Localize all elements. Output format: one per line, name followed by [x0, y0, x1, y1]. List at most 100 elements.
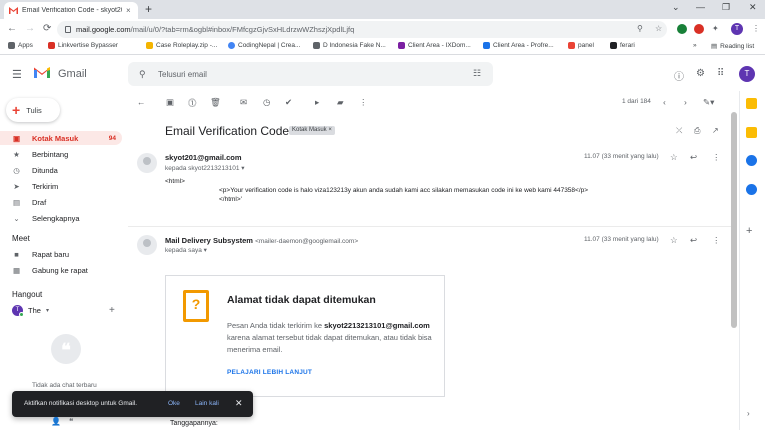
bookmark-item[interactable]: Case Roleplay.zip -...	[146, 42, 217, 49]
profile-avatar[interactable]: T	[731, 23, 743, 35]
sidebar-item-sent[interactable]: ➤ Terkirim	[0, 179, 122, 193]
learn-more-link[interactable]: PELAJARI LEBIH LANJUT	[227, 369, 312, 376]
print-icon[interactable]: ⎙	[694, 126, 700, 136]
more-actions-icon[interactable]: ⋮	[359, 97, 368, 108]
sidebar-item-more[interactable]: ⌄ Selengkapnya	[0, 211, 122, 225]
draft-icon: ▤	[12, 197, 21, 207]
forward-button[interactable]: →	[25, 23, 35, 34]
move-to-icon[interactable]: ▸	[315, 97, 319, 108]
sidebar-item-inbox[interactable]: ▣ Kotak Masuk 94	[0, 131, 122, 145]
extension-icon[interactable]	[677, 24, 687, 34]
more-options-icon[interactable]: ⋮	[712, 152, 721, 163]
report-spam-icon[interactable]: ⓵	[188, 97, 197, 109]
sidebar-item-starred[interactable]: ★ Berbintang	[0, 147, 122, 161]
browser-tab[interactable]: Email Verification Code - skyot20... ×	[4, 2, 138, 19]
add-task-icon[interactable]: ✔	[285, 97, 292, 108]
back-button[interactable]: ←	[7, 23, 17, 34]
meet-join-meeting[interactable]: ▦ Gabung ke rapat	[0, 263, 122, 277]
collapse-all-icon[interactable]: ⤫	[676, 126, 682, 136]
archive-icon[interactable]: ▣	[166, 97, 174, 108]
compose-button[interactable]: + Tulis	[6, 98, 60, 122]
bookmark-item[interactable]: CodingNepal | Crea...	[228, 42, 300, 49]
newer-chevron-icon[interactable]: ‹	[663, 97, 666, 107]
bookmark-item[interactable]: Client Area - IXDom...	[398, 42, 471, 49]
account-avatar[interactable]: T	[739, 66, 755, 82]
reply-icon[interactable]: ↩	[690, 152, 697, 163]
input-tools-icon[interactable]: ✎▾	[703, 97, 714, 108]
extensions-puzzle-icon[interactable]: ✦	[712, 24, 719, 33]
star-icon[interactable]: ☆	[670, 152, 678, 163]
url-path: /mail/u/0/?tab=rm&ogbl#inbox/FMfcgzGjvSx…	[130, 25, 355, 34]
hangout-dropdown-icon[interactable]: ▾	[46, 307, 49, 314]
clock-icon: ◷	[13, 165, 20, 175]
search-page-icon[interactable]: ⚲	[637, 24, 643, 33]
snackbar-later-button[interactable]: Lain kali	[195, 400, 219, 407]
older-chevron-icon[interactable]: ›	[684, 97, 687, 107]
url-text: mail.google.com/mail/u/0/?tab=rm&ogbl#in…	[76, 25, 354, 34]
reply-icon[interactable]: ↩	[690, 235, 697, 246]
recipient-line[interactable]: kepada skyot2213213101 ▾	[165, 164, 245, 172]
snackbar-ok-button[interactable]: Oke	[168, 400, 180, 407]
browser-menu-icon[interactable]: ⋮	[752, 24, 760, 33]
apps-grid-icon	[8, 42, 15, 49]
open-new-window-icon[interactable]: ↗	[712, 126, 719, 135]
keep-icon[interactable]	[746, 127, 757, 138]
sender-name[interactable]: skyot201@gmail.com	[165, 153, 242, 162]
message-timestamp: 11.07 (33 menit yang lalu)	[584, 153, 659, 160]
settings-gear-icon[interactable]: ⚙	[696, 68, 705, 79]
keyboard-icon: ▦	[12, 265, 21, 275]
sidebar-item-drafts[interactable]: ▤ Draf	[0, 195, 122, 209]
search-icon[interactable]: ⚲	[139, 69, 146, 80]
sidebar-item-snoozed[interactable]: ◷ Ditunda	[0, 163, 122, 177]
bookmark-apps[interactable]: Apps	[8, 42, 33, 49]
close-window-button[interactable]: ✕	[749, 2, 757, 13]
add-hangout-button[interactable]: +	[109, 305, 115, 316]
tab-close-icon[interactable]: ×	[126, 6, 131, 15]
adblock-icon[interactable]	[694, 24, 704, 34]
star-icon[interactable]: ☆	[670, 235, 678, 246]
bookmark-item[interactable]: panel	[568, 42, 594, 49]
main-menu-icon[interactable]: ☰	[12, 68, 22, 81]
tasks-icon[interactable]	[746, 155, 757, 166]
hangout-user[interactable]: T The ▾	[12, 305, 49, 317]
inbox-label-chip[interactable]: Kotak Masuk ×	[289, 126, 335, 135]
more-options-icon[interactable]: ⋮	[712, 235, 721, 246]
scrollbar[interactable]	[731, 112, 737, 328]
back-to-inbox-icon[interactable]: ←	[137, 97, 146, 107]
search-options-icon[interactable]: ☷	[473, 68, 481, 79]
bookmark-item[interactable]: Linkvertise Bypasser	[48, 42, 118, 49]
snooze-icon[interactable]: ◷	[263, 97, 270, 108]
get-addons-icon[interactable]: +	[746, 225, 752, 237]
minimize-button[interactable]: —	[696, 2, 705, 12]
compose-label: Tulis	[26, 105, 42, 115]
google-apps-icon[interactable]: ⠿	[717, 68, 724, 79]
sender-name[interactable]: Mail Delivery Subsystem <mailer-daemon@g…	[165, 236, 358, 245]
new-tab-button[interactable]: +	[145, 2, 152, 16]
bookmark-item[interactable]: ferari	[610, 42, 635, 49]
bookmarks-overflow-icon[interactable]: »	[693, 42, 697, 49]
address-bar[interactable]: mail.google.com/mail/u/0/?tab=rm&ogbl#in…	[57, 21, 667, 38]
hangout-contacts-icon[interactable]: 👤	[51, 417, 61, 426]
support-icon[interactable]: ⓘ	[674, 68, 684, 83]
recipient-line[interactable]: kepada saya ▾	[165, 246, 207, 254]
delete-icon[interactable]: 🗑	[210, 97, 221, 108]
meet-new-meeting[interactable]: ■ Rapat baru	[0, 247, 122, 261]
expand-panel-icon[interactable]: ›	[747, 409, 750, 418]
bookmark-star-icon[interactable]: ☆	[655, 24, 662, 33]
reading-list[interactable]: ▤ Reading list	[711, 42, 754, 51]
reload-button[interactable]: ⟳	[43, 23, 51, 34]
close-icon[interactable]: ✕	[235, 398, 243, 409]
sender-display-name: Mail Delivery Subsystem	[165, 236, 253, 245]
tab-search-icon[interactable]: ⌄	[672, 2, 680, 13]
label-icon[interactable]: ▰	[337, 97, 344, 108]
contacts-icon[interactable]	[746, 184, 757, 195]
reading-list-icon: ▤	[711, 43, 718, 50]
bookmark-favicon-icon	[146, 42, 153, 49]
hangout-chat-icon[interactable]: ❝	[69, 417, 73, 426]
calendar-icon[interactable]	[746, 98, 757, 109]
bookmark-item[interactable]: Client Area - Profre...	[483, 42, 554, 49]
mark-unread-icon[interactable]: ✉	[240, 97, 247, 108]
bookmark-item[interactable]: D Indonesia Fake N...	[313, 42, 386, 49]
maximize-button[interactable]: ❐	[722, 2, 730, 13]
bounce-address: skyot2213213101@gmail.com	[324, 321, 430, 330]
